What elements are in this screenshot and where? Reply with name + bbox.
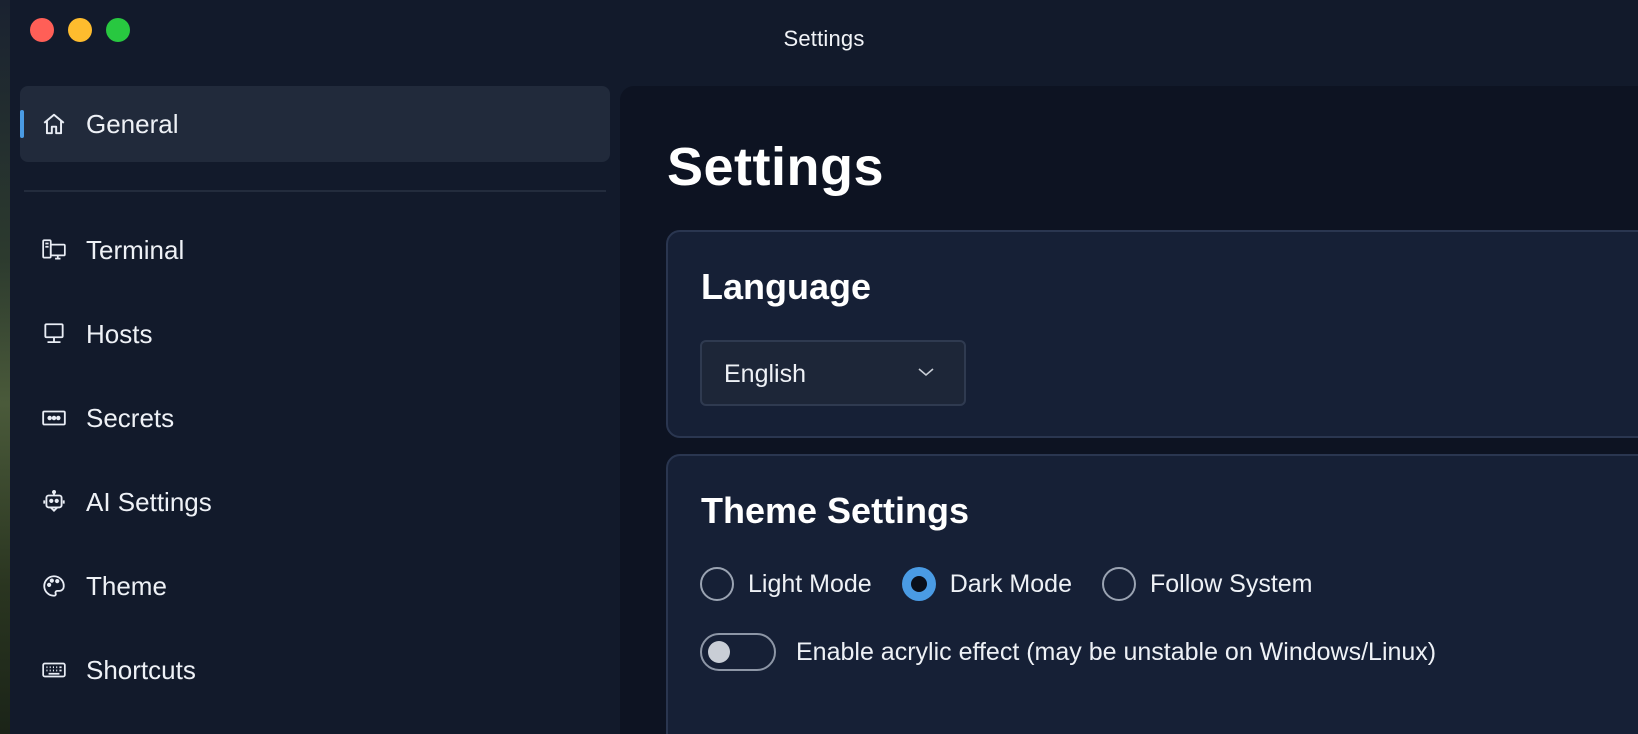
acrylic-effect-label: Enable acrylic effect (may be unstable o… — [796, 637, 1437, 666]
radio-button[interactable] — [700, 567, 734, 601]
sidebar-item-label: Theme — [86, 570, 167, 601]
sidebar-divider — [24, 190, 606, 192]
sidebar-item-label: Terminal — [86, 234, 185, 265]
sidebar-item-label: AI Settings — [86, 486, 212, 517]
secrets-icon — [40, 404, 68, 432]
radio-button[interactable] — [1101, 567, 1136, 601]
terminal-icon — [40, 236, 68, 264]
radio-label: Light Mode — [748, 569, 872, 598]
sidebar-item-label: Hosts — [86, 318, 153, 349]
monitor-icon — [40, 320, 68, 348]
settings-window: Settings General Terminal Hosts Secrets … — [0, 0, 1638, 734]
radio-button-checked[interactable] — [901, 567, 936, 601]
toggle-knob — [708, 641, 730, 663]
language-select[interactable]: English — [700, 340, 966, 406]
palette-icon — [40, 572, 68, 600]
radio-label: Follow System — [1149, 569, 1313, 598]
sidebar-item-hosts[interactable]: Hosts — [20, 296, 610, 372]
sidebar-item-terminal[interactable]: Terminal — [20, 212, 610, 288]
sidebar-item-secrets[interactable]: Secrets — [20, 380, 610, 456]
robot-icon — [40, 488, 68, 516]
acrylic-toggle-row: Enable acrylic effect (may be unstable o… — [700, 632, 1436, 672]
sidebar-item-label: Secrets — [86, 402, 175, 433]
home-icon — [40, 110, 68, 138]
sidebar-item-theme[interactable]: Theme — [20, 548, 610, 624]
sidebar-item-label: General — [86, 108, 179, 139]
title-bar: Settings — [10, 0, 1638, 82]
theme-settings-card: Theme Settings Light Mode Dark Mode Foll… — [666, 454, 1638, 734]
keyboard-icon — [40, 656, 68, 684]
sidebar-item-label: Shortcuts — [86, 654, 196, 685]
sidebar-item-shortcuts[interactable]: Shortcuts — [20, 632, 610, 708]
radio-light-mode[interactable]: Light Mode — [700, 567, 872, 601]
language-select-value: English — [724, 360, 806, 388]
sidebar: General Terminal Hosts Secrets AI Settin… — [10, 82, 620, 734]
language-heading: Language — [701, 266, 872, 307]
radio-label: Dark Mode — [949, 569, 1072, 598]
theme-mode-radio-group: Light Mode Dark Mode Follow System — [700, 564, 1343, 604]
window-title: Settings — [783, 26, 865, 51]
radio-dark-mode[interactable]: Dark Mode — [901, 567, 1072, 601]
sidebar-item-ai-settings[interactable]: AI Settings — [20, 464, 610, 540]
sidebar-item-general[interactable]: General — [20, 86, 610, 162]
main-content: Settings Language English Theme Settings… — [620, 86, 1638, 734]
radio-follow-system[interactable]: Follow System — [1101, 567, 1313, 601]
desktop-background — [0, 0, 10, 734]
theme-settings-heading: Theme Settings — [701, 490, 970, 531]
acrylic-effect-toggle[interactable] — [700, 633, 776, 671]
page-title: Settings — [667, 137, 885, 197]
language-card: Language English — [666, 230, 1638, 438]
chevron-down-icon — [918, 368, 934, 377]
